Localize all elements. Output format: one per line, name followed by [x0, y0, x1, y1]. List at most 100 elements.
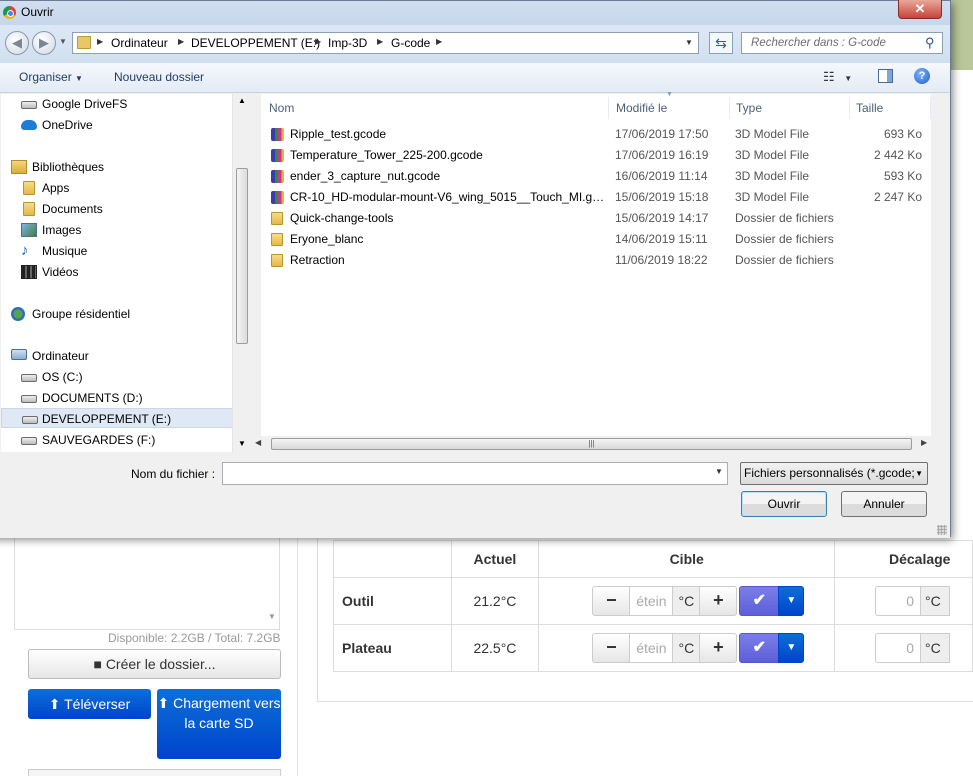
- forward-button[interactable]: ▶: [32, 31, 56, 55]
- refresh-button[interactable]: ⇆: [709, 32, 733, 54]
- file-row[interactable]: ender_3_capture_nut.gcode 16/06/2019 11:…: [269, 166, 929, 187]
- scroll-up-icon[interactable]: ▲: [238, 96, 246, 105]
- nav-item-drive-f[interactable]: SAUVEGARDES (F:): [21, 430, 241, 450]
- caret-down-icon: ▼: [786, 595, 797, 606]
- upload-button[interactable]: ⬆ Téléverser: [28, 689, 151, 719]
- file-row[interactable]: CR-10_HD-modular-mount-V6_wing_5015__Tou…: [269, 187, 929, 208]
- target-input[interactable]: étein: [629, 586, 674, 616]
- folder-row[interactable]: Retraction 11/06/2019 18:22 Dossier de f…: [269, 250, 929, 271]
- file-type: 3D Model File: [735, 127, 810, 141]
- change-view-button[interactable]: ☷ ▼: [823, 69, 852, 85]
- nav-item-label: Bibliothèques: [32, 160, 105, 174]
- nav-item-drive-c[interactable]: OS (C:): [21, 367, 241, 387]
- search-input[interactable]: Rechercher dans : G-code ⚲: [741, 32, 943, 54]
- new-folder-button[interactable]: Nouveau dossier: [114, 70, 204, 84]
- target-input[interactable]: étein: [629, 633, 674, 663]
- drive-icon: [21, 374, 37, 382]
- dialog-footer: Nom du fichier : ▼ Fichiers personnalisé…: [0, 453, 950, 538]
- chevron-right-icon[interactable]: ▶: [315, 37, 321, 46]
- nav-item-apps[interactable]: Apps: [21, 178, 241, 198]
- scroll-right-icon[interactable]: ▶: [921, 438, 927, 447]
- nav-item-libraries[interactable]: Bibliothèques: [11, 157, 241, 177]
- create-folder-button[interactable]: ■ Créer le dossier...: [28, 649, 281, 679]
- upload-to-sd-button[interactable]: ⬆ Chargement vers la carte SD: [157, 689, 281, 759]
- file-date: 15/06/2019 14:17: [615, 211, 709, 225]
- back-button[interactable]: ◀: [5, 31, 29, 55]
- folder-row[interactable]: Quick-change-tools 15/06/2019 14:17 Doss…: [269, 208, 929, 229]
- open-button[interactable]: Ouvrir: [741, 491, 827, 517]
- file-type: 3D Model File: [735, 148, 810, 162]
- breadcrumb-imp3d[interactable]: Imp-3D: [328, 36, 367, 50]
- column-modified[interactable]: Modifié le: [616, 97, 730, 119]
- chevron-right-icon[interactable]: ▶: [97, 37, 103, 46]
- nav-item-images[interactable]: Images: [21, 220, 241, 240]
- organise-menu[interactable]: Organiser ▼: [19, 70, 83, 84]
- column-size[interactable]: Taille: [856, 97, 931, 119]
- file-type-filter-value: Fichiers personnalisés (*.gcode;: [744, 466, 915, 480]
- decrease-button[interactable]: −: [592, 586, 631, 616]
- row-name: Outil: [333, 577, 452, 625]
- file-row[interactable]: Ripple_test.gcode 17/06/2019 17:50 3D Mo…: [269, 124, 929, 145]
- nav-item-drive-d[interactable]: DOCUMENTS (D:): [21, 388, 241, 408]
- file-type-filter[interactable]: Fichiers personnalisés (*.gcode; ▼: [740, 462, 928, 485]
- offset-input[interactable]: 0: [874, 586, 921, 616]
- filename-history-dropdown[interactable]: ▼: [715, 467, 723, 476]
- 3d-model-icon: [271, 149, 284, 162]
- nav-item-music[interactable]: ♪ Musique: [21, 241, 241, 261]
- preview-pane-icon[interactable]: [878, 69, 893, 83]
- scrollbar-thumb[interactable]: |||: [271, 438, 912, 450]
- nav-item-label: OS (C:): [42, 370, 83, 384]
- navigation-scrollbar[interactable]: ▲ ▼: [232, 94, 250, 452]
- increase-button[interactable]: +: [699, 633, 738, 663]
- breadcrumb-gcode[interactable]: G-code: [391, 36, 430, 50]
- file-row[interactable]: Temperature_Tower_225-200.gcode 17/06/20…: [269, 145, 929, 166]
- increase-button[interactable]: +: [699, 586, 738, 616]
- nav-item-google-drive[interactable]: Google DriveFS: [21, 94, 241, 114]
- chevron-right-icon[interactable]: ▶: [377, 37, 383, 46]
- nav-item-homegroup[interactable]: Groupe résidentiel: [11, 304, 241, 324]
- confirm-button[interactable]: ✔: [739, 586, 780, 616]
- cancel-button[interactable]: Annuler: [841, 491, 927, 517]
- nav-item-drive-e[interactable]: DEVELOPPEMENT (E:): [1, 408, 241, 428]
- file-list: Nom ▼ Modifié le Type Taille Ripple_test…: [261, 91, 931, 452]
- column-name[interactable]: Nom: [269, 97, 609, 119]
- header-offset: Décalage: [833, 540, 973, 578]
- nav-item-documents[interactable]: Documents: [21, 199, 241, 219]
- offset-input[interactable]: 0: [874, 633, 921, 663]
- view-list-icon: ☷: [823, 69, 835, 84]
- filename-input[interactable]: ▼: [222, 462, 728, 485]
- nav-item-computer[interactable]: Ordinateur: [11, 346, 241, 366]
- 3d-model-icon: [271, 128, 284, 141]
- confirm-button[interactable]: ✔: [739, 633, 780, 663]
- file-list-horizontal-scrollbar[interactable]: ◀ ||| ▶: [251, 436, 932, 452]
- file-name: Quick-change-tools: [290, 211, 394, 225]
- chevron-right-icon[interactable]: ▶: [436, 37, 442, 46]
- folder-row[interactable]: Eryone_blanc 14/06/2019 15:11 Dossier de…: [269, 229, 929, 250]
- presets-dropdown[interactable]: ▼: [778, 586, 805, 616]
- recent-locations-dropdown[interactable]: ▼: [59, 37, 67, 46]
- help-icon[interactable]: ?: [914, 68, 930, 84]
- search-icon[interactable]: ⚲: [925, 35, 935, 51]
- refresh-icon: ⇆: [715, 35, 727, 51]
- close-button[interactable]: ✕: [898, 0, 942, 19]
- nav-item-onedrive[interactable]: OneDrive: [21, 115, 241, 135]
- scroll-down-icon[interactable]: ▼: [238, 439, 246, 448]
- scroll-left-icon[interactable]: ◀: [255, 438, 261, 447]
- file-name: Eryone_blanc: [290, 232, 364, 246]
- breadcrumb-drive[interactable]: DEVELOPPEMENT (E:): [191, 36, 320, 50]
- file-date: 16/06/2019 11:14: [615, 169, 708, 183]
- breadcrumb-computer[interactable]: Ordinateur: [111, 36, 168, 50]
- address-bar[interactable]: ▶ Ordinateur ▶ DEVELOPPEMENT (E:) ▶ Imp-…: [72, 32, 699, 54]
- chevron-right-icon[interactable]: ▶: [178, 37, 184, 46]
- column-type[interactable]: Type: [736, 97, 850, 119]
- scroll-down-icon[interactable]: ▼: [268, 612, 276, 621]
- scrollbar-thumb[interactable]: [236, 168, 248, 344]
- file-name: Ripple_test.gcode: [290, 127, 387, 141]
- nav-item-videos[interactable]: Vidéos: [21, 262, 241, 282]
- address-dropdown[interactable]: ▼: [685, 38, 693, 47]
- decrease-button[interactable]: −: [592, 633, 631, 663]
- presets-dropdown[interactable]: ▼: [778, 633, 805, 663]
- temperature-row-bed: Plateau 22.5°C − étein °C + ✔ ▼ 0 °C: [333, 624, 973, 672]
- 3d-model-icon: [271, 191, 284, 204]
- resize-grip-icon[interactable]: [937, 525, 947, 535]
